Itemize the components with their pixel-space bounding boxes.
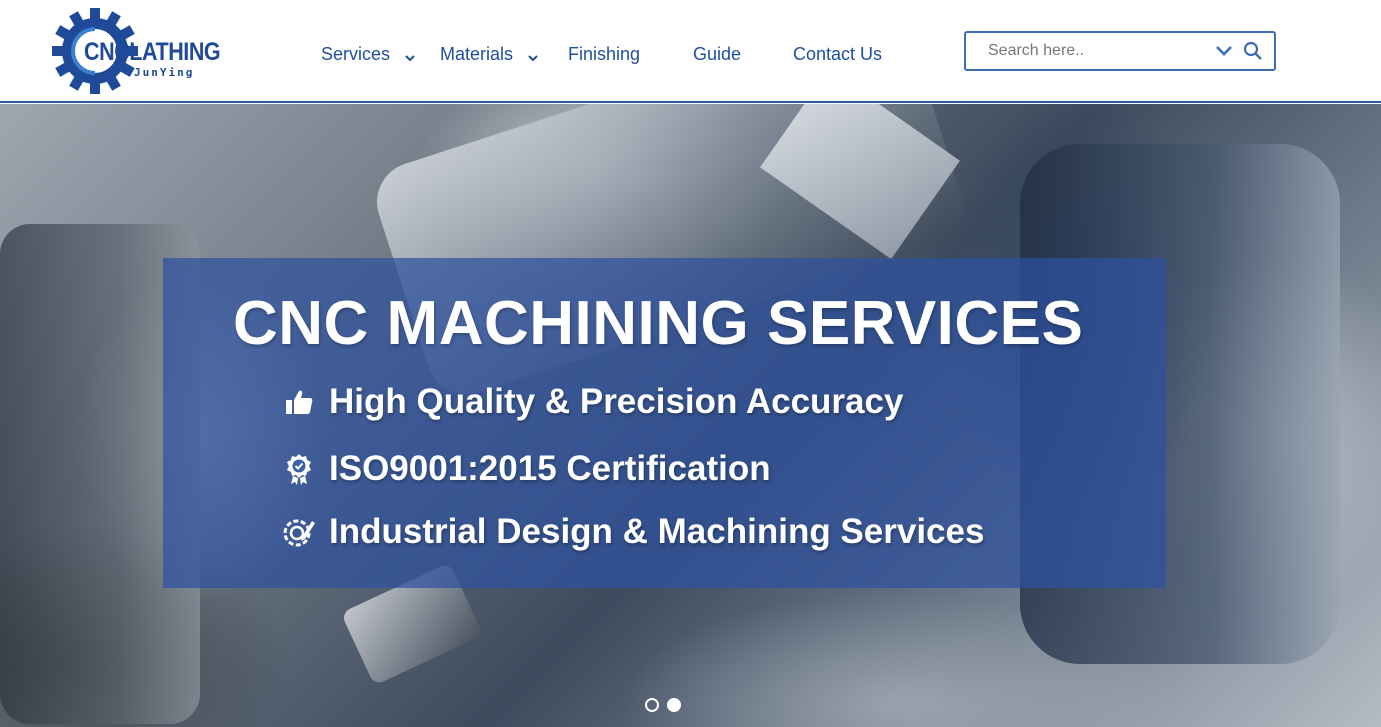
feature-item: Industrial Design & Machining Services bbox=[281, 510, 984, 554]
design-gear-icon bbox=[281, 514, 317, 550]
hero-title: CNC MACHINING SERVICES bbox=[233, 289, 1084, 358]
hero-banner: CNC MACHINING SERVICES High Quality & Pr… bbox=[0, 104, 1381, 727]
site-header: CNCLATHING JunYing Services Materials Fi… bbox=[0, 0, 1381, 103]
brand-name: CNCLATHING bbox=[84, 38, 221, 66]
carousel-dot-2[interactable] bbox=[667, 698, 681, 712]
chevron-down-icon[interactable] bbox=[404, 48, 416, 62]
nav-item-services[interactable]: Services bbox=[321, 40, 416, 68]
hero-panel: CNC MACHINING SERVICES High Quality & Pr… bbox=[163, 258, 1166, 588]
carousel-dot-1[interactable] bbox=[645, 698, 659, 712]
search-icon[interactable] bbox=[1243, 41, 1263, 66]
feature-item: High Quality & Precision Accuracy bbox=[281, 380, 903, 424]
brand-logo[interactable]: CNCLATHING JunYing bbox=[52, 8, 222, 94]
nav-item-label: Contact Us bbox=[793, 43, 883, 64]
nav-item-label: Services bbox=[321, 43, 391, 64]
chevron-down-icon[interactable] bbox=[527, 48, 539, 62]
nav-item-label: Guide bbox=[693, 43, 742, 64]
chevron-down-icon[interactable] bbox=[1215, 44, 1233, 63]
nav-item-materials[interactable]: Materials bbox=[440, 40, 539, 68]
brand-subtitle: JunYing bbox=[134, 66, 195, 79]
feature-text: High Quality & Precision Accuracy bbox=[329, 382, 904, 421]
feature-text: Industrial Design & Machining Services bbox=[329, 512, 985, 551]
nav-item-finishing[interactable]: Finishing bbox=[568, 40, 640, 68]
nav-item-contact-us[interactable]: Contact Us bbox=[793, 40, 882, 68]
nav-item-guide[interactable]: Guide bbox=[693, 40, 741, 68]
feature-item: ISO9001:2015 Certification bbox=[281, 447, 771, 491]
feature-text: ISO9001:2015 Certification bbox=[329, 449, 771, 488]
search-box bbox=[964, 31, 1276, 71]
certificate-badge-icon bbox=[281, 451, 317, 487]
search-input[interactable] bbox=[988, 40, 1198, 62]
nav-item-label: Finishing bbox=[568, 43, 641, 64]
nav-item-label: Materials bbox=[440, 43, 514, 64]
carousel-dots bbox=[645, 698, 685, 714]
thumbs-up-icon bbox=[281, 384, 317, 420]
